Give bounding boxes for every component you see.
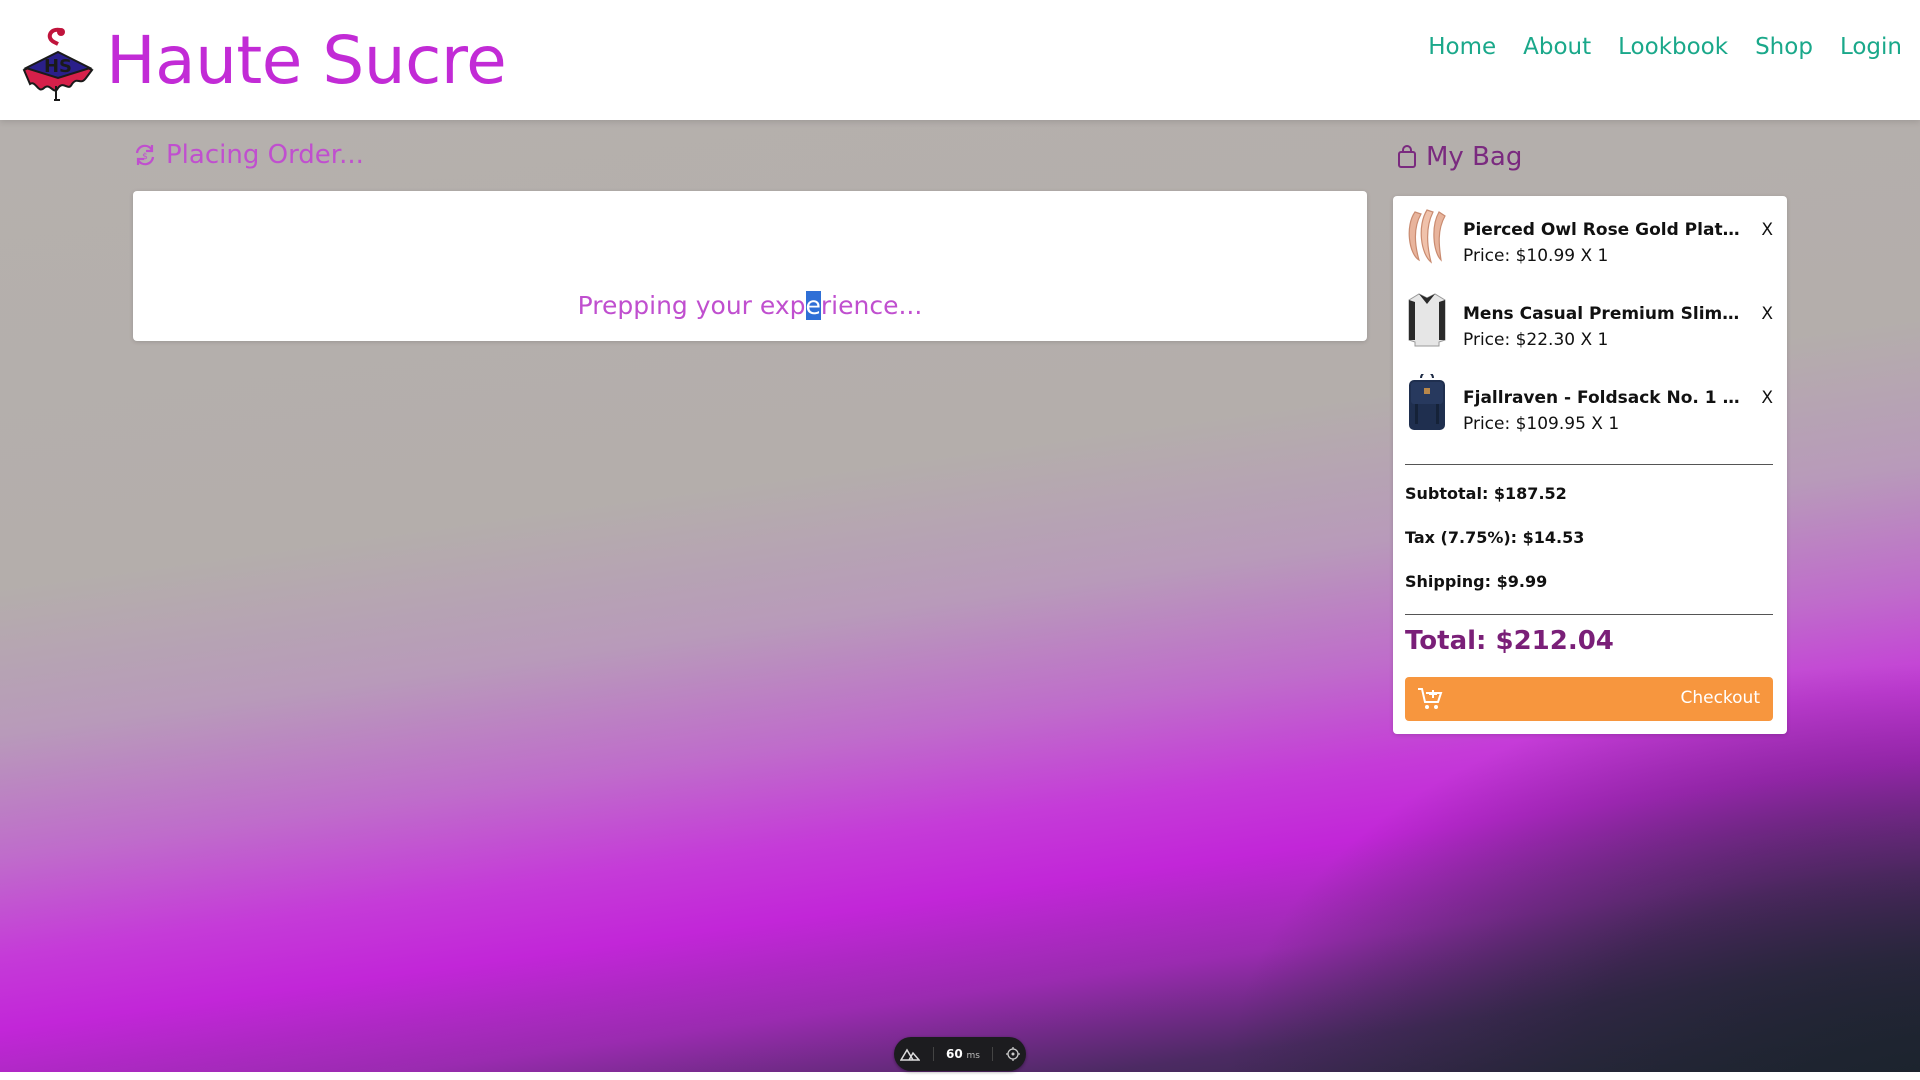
- render-time: 60 ms: [946, 1047, 980, 1061]
- order-total: Total: $212.04: [1405, 626, 1614, 656]
- bag-item: Mens Casual Premium Slim Fit T... Price:…: [1405, 290, 1775, 358]
- shipping-text: Shipping: $9.99: [1405, 572, 1548, 591]
- status-text-selection: e: [805, 291, 821, 320]
- bag-item-name[interactable]: Mens Casual Premium Slim Fit T...: [1463, 304, 1743, 324]
- order-status-card: Prepping your experience...: [133, 191, 1367, 341]
- loading-spinner-icon: [878, 211, 908, 271]
- summary-divider: [1405, 464, 1773, 465]
- remove-item-button[interactable]: X: [1761, 220, 1773, 240]
- brand-name[interactable]: Haute Sucre: [106, 22, 507, 99]
- nav-home[interactable]: Home: [1428, 34, 1496, 60]
- svg-text:HS: HS: [44, 56, 72, 77]
- backpack-thumbnail[interactable]: [1405, 374, 1449, 432]
- total-divider: [1405, 614, 1773, 615]
- devtools-separator: [932, 1047, 934, 1061]
- render-time-unit: ms: [966, 1051, 980, 1061]
- main-nav: Home About Lookbook Shop Login: [1428, 34, 1902, 60]
- bottom-strip: [0, 1072, 1920, 1080]
- crosshair-icon[interactable]: [1005, 1047, 1020, 1061]
- checkout-label: Checkout: [1680, 688, 1760, 708]
- bag-panel: Pierced Owl Rose Gold Plated S... Price:…: [1393, 196, 1787, 734]
- bag-item-price: Price: $109.95 X 1: [1463, 414, 1620, 434]
- shirt-thumbnail[interactable]: [1405, 290, 1449, 348]
- checkout-button[interactable]: Checkout: [1405, 677, 1773, 721]
- sync-icon: $: [135, 144, 155, 166]
- bag-item: Pierced Owl Rose Gold Plated S... Price:…: [1405, 206, 1775, 274]
- earrings-thumbnail[interactable]: [1405, 206, 1449, 264]
- my-bag-title: My Bag: [1426, 142, 1523, 172]
- my-bag-heading: My Bag: [1396, 142, 1522, 172]
- render-time-value: 60: [945, 1047, 963, 1061]
- tax-text: Tax (7.75%): $14.53: [1405, 528, 1585, 547]
- nav-about[interactable]: About: [1523, 34, 1591, 60]
- remove-item-button[interactable]: X: [1761, 304, 1773, 324]
- status-text-start: Prepping your exp: [577, 291, 806, 320]
- bag-item-name[interactable]: Pierced Owl Rose Gold Plated S...: [1463, 220, 1743, 240]
- subtotal-text: Subtotal: $187.52: [1405, 484, 1567, 503]
- flamingo-logo-icon[interactable]: HS: [20, 26, 96, 102]
- bag-item: Fjallraven - Foldsack No. 1 Back... Pric…: [1405, 374, 1775, 442]
- status-text-end: rience...: [820, 291, 923, 320]
- shopping-bag-icon: [1398, 145, 1416, 168]
- nav-lookbook[interactable]: Lookbook: [1618, 34, 1728, 60]
- remove-item-button[interactable]: X: [1761, 388, 1773, 408]
- devtools-overlay[interactable]: 60 ms: [894, 1037, 1026, 1071]
- bag-item-price: Price: $10.99 X 1: [1463, 246, 1609, 266]
- order-status-text: Prepping your experience...: [133, 291, 1367, 320]
- placing-order-heading: $ Placing Order...: [132, 140, 364, 170]
- placing-order-title: Placing Order...: [166, 140, 364, 170]
- bag-item-name[interactable]: Fjallraven - Foldsack No. 1 Back...: [1463, 388, 1743, 408]
- site-header: HS Haute Sucre Home About Lookbook Shop …: [0, 0, 1920, 120]
- bag-item-price: Price: $22.30 X 1: [1463, 330, 1609, 350]
- nav-login[interactable]: Login: [1840, 34, 1902, 60]
- devtools-separator: [992, 1047, 994, 1061]
- nav-shop[interactable]: Shop: [1755, 34, 1813, 60]
- nuxt-logo-icon[interactable]: [900, 1047, 921, 1061]
- svg-text:$: $: [142, 152, 148, 162]
- add-to-cart-icon: [1418, 688, 1443, 709]
